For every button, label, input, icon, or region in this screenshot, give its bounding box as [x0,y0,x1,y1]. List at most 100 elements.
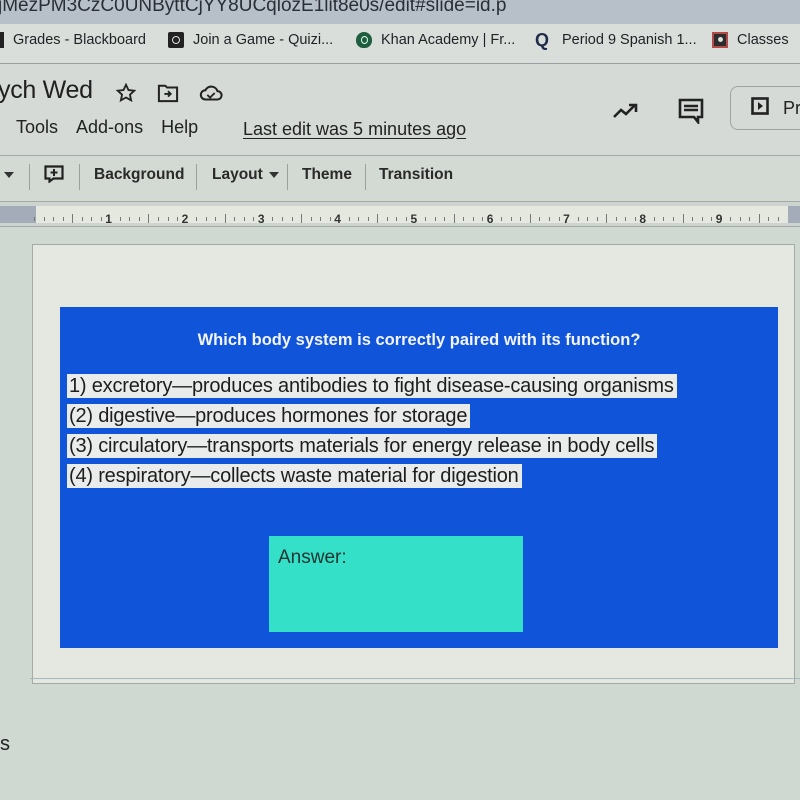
bookmark-period-9-spanish[interactable]: Q Period 9 Spanish 1... [535,30,697,50]
ruler-tick [529,214,531,223]
ruler-tick [596,217,598,221]
ruler-tick [453,214,455,223]
ruler-tick [329,217,331,221]
bookmark-label: Period 9 Spanish 1... [562,32,697,48]
ruler-tick [587,217,589,221]
answer-textbox[interactable]: Answer: [269,536,523,632]
ruler-tick [768,217,770,221]
ruler-margin [788,206,800,223]
ruler-tick [167,217,169,221]
ruler-tick [682,214,684,223]
ruler-tick [81,217,83,221]
quizlet-icon: Q [535,30,550,50]
ruler-tick [777,217,779,221]
ruler-number: 8 [639,212,647,226]
ruler-tick [501,217,503,221]
menu-bar: Tools Add-ons Help [16,117,198,138]
ruler-tick [386,217,388,221]
ruler-tick [434,217,436,221]
menu-add-ons[interactable]: Add-ons [76,117,143,138]
ruler-scale: 1 2 3 4 5 6 7 8 9 [34,206,788,226]
present-icon [751,96,769,120]
theme-button[interactable]: Theme [302,166,352,184]
slide-toolbar: Background Layout Theme Transition [0,156,800,201]
ruler-number: 4 [334,212,341,226]
ruler-tick [62,217,64,221]
ruler-tick [663,217,665,221]
option-3[interactable]: (3) circulatory—transports materials for… [67,434,658,458]
bookmark-classes[interactable]: Classes [712,32,789,48]
ruler-tick [243,217,245,221]
ruler-tick [396,217,398,221]
document-title[interactable]: ych Wed [0,76,93,105]
ruler-tick [348,217,350,221]
ruler-tick [472,217,474,221]
ruler-tick [558,217,560,221]
ruler-number: 5 [410,212,418,226]
question-card[interactable]: Which body system is correctly paired wi… [60,307,778,648]
ruler-tick [615,217,617,221]
chevron-down-icon[interactable] [4,172,14,178]
ruler-tick [692,217,694,221]
toolbar-divider [287,164,288,190]
add-comment-icon[interactable] [44,165,64,184]
option-1[interactable]: 1) excretory—produces antibodies to figh… [67,374,677,398]
ruler-tick [520,217,522,221]
url-text[interactable]: jMezPM3CzC0UNByttCjYY8UCqlozE1lit8e0s/ed… [0,0,506,17]
ruler-tick [377,214,379,223]
comments-icon[interactable] [678,98,704,129]
ruler-tick [739,217,741,221]
move-to-folder-icon[interactable] [157,83,179,108]
ruler-tick [673,217,674,221]
ruler-tick [625,217,627,221]
ruler-tick [91,217,93,221]
app-header: ych Wed Tools Add-ons Help Last edit was… [0,64,800,156]
ruler-tick [549,217,551,221]
toolbar-divider [365,164,366,190]
ruler-tick [749,217,751,221]
star-icon[interactable] [115,82,137,109]
cloud-saved-icon[interactable] [199,83,223,108]
present-button[interactable]: Pr [730,86,800,130]
ruler-tick [100,217,102,221]
ruler-number: 7 [563,212,570,226]
background-button[interactable]: Background [94,166,184,184]
bookmark-label: Khan Academy | Fr... [381,32,516,48]
ruler-tick [301,214,303,223]
ruler-number: 1 [105,212,112,226]
ruler-tick [539,217,541,221]
ruler-tick [205,217,207,221]
option-2[interactable]: (2) digestive—produces hormones for stor… [67,404,471,428]
ruler-tick [425,217,427,221]
question-text[interactable]: Which body system is correctly paired wi… [60,331,778,350]
transition-button[interactable]: Transition [379,166,453,184]
khan-academy-icon [356,32,372,48]
ruler-tick [196,217,198,221]
bookmark-khan-academy[interactable]: Khan Academy | Fr... [356,32,515,48]
classroom-icon [712,32,728,48]
chevron-down-icon [269,171,280,178]
ruler-number: 2 [181,212,189,226]
toolbar-divider [79,164,80,190]
ruler-tick [253,217,255,221]
ruler-tick [310,217,312,221]
ruler-tick [224,214,226,223]
ruler-tick [215,217,217,221]
menu-help[interactable]: Help [161,117,198,138]
address-bar[interactable]: jMezPM3CzC0UNByttCjYY8UCqlozE1lit8e0s/ed… [0,0,800,24]
activity-dashboard-icon[interactable] [612,102,640,125]
ruler-tick [129,217,131,221]
ruler-number: 3 [257,212,265,226]
bookmark-grades-blackboard[interactable]: Grades - Blackboard [0,32,146,48]
bookmark-join-a-game[interactable]: Join a Game - Quizi... [168,32,333,48]
menu-tools[interactable]: Tools [16,117,58,138]
layout-button[interactable]: Layout [212,166,280,184]
ruler-tick [711,217,713,221]
last-edit-link[interactable]: Last edit was 5 minutes ago [243,119,466,140]
option-4[interactable]: (4) respiratory—collects waste material … [67,464,522,488]
ruler-number: 9 [715,212,723,226]
present-label: Pr [783,97,800,118]
ruler-tick [320,217,322,221]
ruler-tick [272,217,274,221]
ruler-tick [730,217,732,221]
